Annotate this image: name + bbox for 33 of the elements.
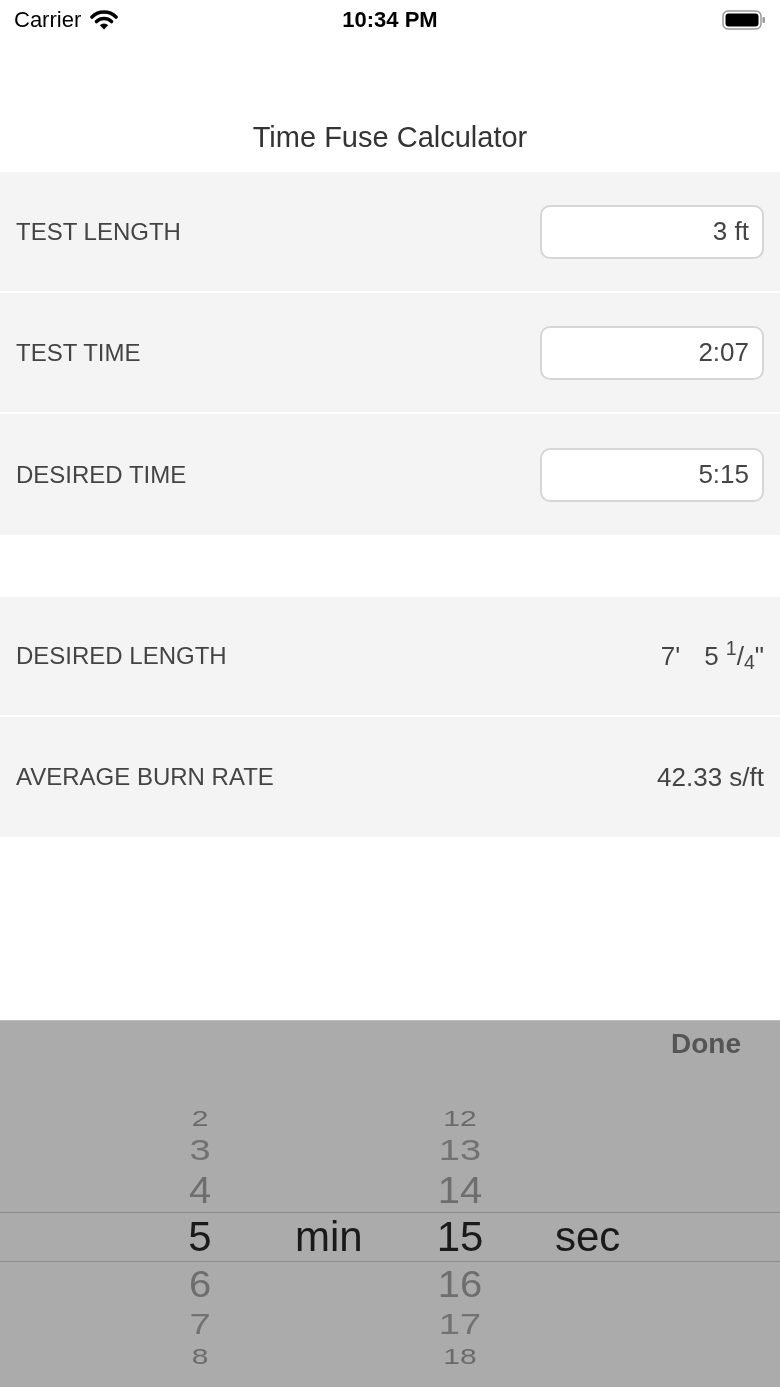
- text-field[interactable]: 2:07: [540, 325, 764, 380]
- screen-title: Time Fuse Calculator: [252, 120, 528, 155]
- result-value: 7': [660, 639, 681, 673]
- picker-option[interactable]: 14: [437, 1170, 483, 1210]
- result-value: 42.33 s/ft: [657, 760, 764, 794]
- status-time: 10:34 PM: [342, 7, 438, 33]
- picker-option[interactable]: 16: [437, 1264, 483, 1304]
- text-field[interactable]: 3 ft: [540, 204, 764, 259]
- done-button[interactable]: Done: [671, 1027, 741, 1061]
- picker-option[interactable]: 6: [188, 1264, 212, 1304]
- picker-option[interactable]: 2: [191, 1107, 209, 1129]
- picker-option[interactable]: 12: [443, 1107, 477, 1129]
- field-label: TEST TIME: [16, 337, 141, 368]
- picker-unit-label: sec: [555, 1213, 621, 1260]
- picker-option[interactable]: 3: [189, 1135, 211, 1165]
- picker-option[interactable]: 18: [443, 1345, 477, 1367]
- picker-unit-label: min: [295, 1213, 363, 1260]
- picker-option[interactable]: 8: [191, 1345, 209, 1367]
- battery-icon: [722, 10, 766, 30]
- picker-option[interactable]: 5: [188, 1213, 212, 1261]
- text-field[interactable]: 5:15: [540, 447, 764, 502]
- picker-option[interactable]: 15: [436, 1213, 484, 1261]
- result-label: DESIRED LENGTH: [16, 641, 227, 671]
- result-label: AVERAGE BURN RATE: [16, 762, 274, 792]
- field-label: TEST LENGTH: [16, 216, 181, 247]
- field-label: DESIRED TIME: [16, 459, 187, 490]
- result-value: 5 $^{1}$/$_{4}$": [704, 636, 764, 676]
- picker-option[interactable]: 7: [189, 1309, 211, 1339]
- carrier-name: Carrier: [14, 7, 82, 33]
- picker-option[interactable]: 13: [438, 1135, 482, 1165]
- picker-option[interactable]: 17: [438, 1309, 482, 1339]
- wifi-icon: [90, 10, 119, 30]
- picker-option[interactable]: 4: [188, 1170, 212, 1210]
